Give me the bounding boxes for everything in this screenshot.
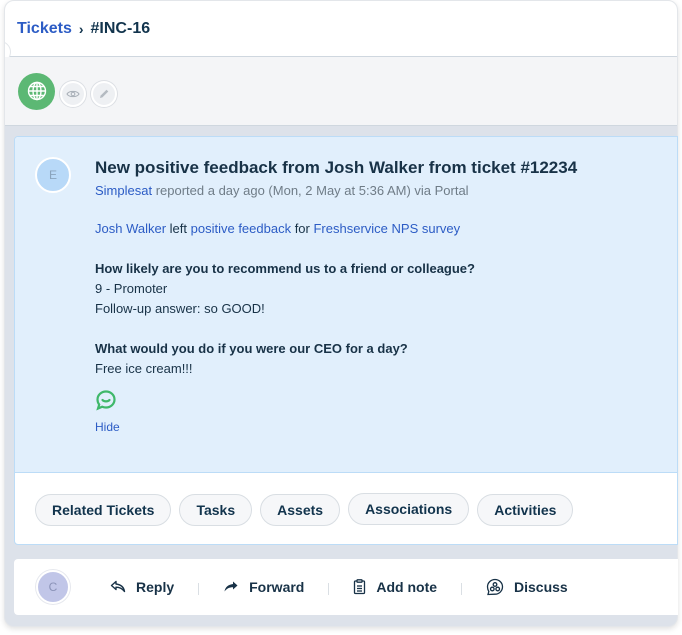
summary-text: left [166, 221, 191, 236]
survey-question: How likely are you to recommend us to a … [95, 261, 475, 276]
eye-icon [66, 90, 80, 98]
survey-answer: Follow-up answer: so GOOD! [95, 301, 265, 316]
discuss-button[interactable]: Discuss [486, 578, 568, 596]
add-note-button[interactable]: Add note [353, 579, 437, 595]
ticket-description: E New positive feedback from Josh Walker… [15, 137, 677, 473]
breadcrumb-tickets-link[interactable]: Tickets [17, 20, 72, 38]
survey-question: What would you do if you were our CEO fo… [95, 341, 408, 356]
discuss-label: Discuss [514, 579, 568, 595]
reply-label: Reply [136, 579, 175, 595]
tab-tasks[interactable]: Tasks [179, 494, 253, 526]
discuss-icon [486, 578, 504, 596]
reply-bar: C Reply Forward Add note Discuss [14, 559, 678, 615]
action-divider [461, 583, 463, 595]
forward-icon [224, 581, 238, 592]
globe-icon [18, 72, 55, 110]
survey-answer: Free ice cream!!! [95, 361, 193, 376]
page-header: Tickets › #INC-16 [5, 1, 677, 63]
person-link[interactable]: Josh Walker [95, 221, 166, 236]
ticket-card: E New positive feedback from Josh Walker… [14, 136, 678, 545]
summary-text: for [291, 221, 314, 236]
chat-bubble-icon [96, 390, 116, 411]
feedback-summary: Josh Walker left positive feedback for F… [95, 219, 667, 239]
add-note-label: Add note [376, 579, 438, 595]
action-divider [198, 583, 200, 595]
ticket-title: New positive feedback from Josh Walker f… [95, 158, 578, 177]
watch-button[interactable] [60, 81, 86, 107]
survey-answer: 9 - Promoter [95, 281, 168, 296]
tab-associations[interactable]: Associations [348, 493, 470, 525]
edit-button[interactable] [91, 81, 117, 107]
reply-button[interactable]: Reply [110, 579, 174, 595]
reported-text: reported a day ago (Mon, 2 May at 5:36 A… [152, 183, 469, 198]
forward-button[interactable]: Forward [223, 579, 304, 595]
breadcrumb-current: #INC-16 [90, 19, 151, 37]
pencil-icon [100, 89, 109, 98]
tab-assets[interactable]: Assets [260, 494, 341, 526]
ticket-toolbar [5, 57, 677, 126]
forward-label: Forward [249, 579, 305, 595]
note-icon [354, 579, 366, 595]
hide-link[interactable]: Hide [95, 420, 667, 434]
action-divider [328, 583, 330, 595]
ticket-meta: Simplesat reported a day ago (Mon, 2 May… [95, 182, 667, 199]
tab-activities[interactable]: Activities [477, 494, 574, 526]
survey-link[interactable]: Freshservice NPS survey [313, 221, 460, 236]
ticket-tabs: Related Tickets Tasks Assets Association… [35, 493, 574, 526]
requester-link[interactable]: Simplesat [95, 183, 152, 198]
agent-avatar: C [36, 570, 70, 604]
reply-icon [110, 580, 126, 593]
tab-related-tickets[interactable]: Related Tickets [35, 494, 172, 526]
requester-avatar: E [35, 157, 71, 193]
breadcrumb-separator: › [78, 20, 84, 37]
feedback-link[interactable]: positive feedback [191, 221, 291, 236]
